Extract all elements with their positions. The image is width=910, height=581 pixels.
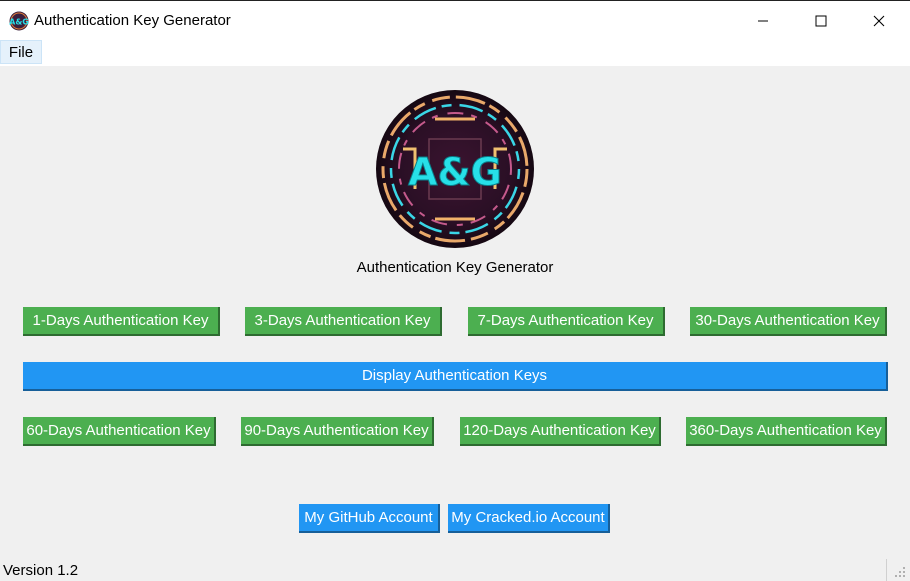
window-title: Authentication Key Generator bbox=[34, 12, 231, 29]
title-bar: A&G Authentication Key Generator bbox=[0, 0, 910, 40]
maximize-button[interactable] bbox=[792, 1, 850, 41]
resize-grip-icon[interactable] bbox=[894, 566, 906, 578]
version-label: Version 1.2 bbox=[3, 562, 79, 579]
minimize-button[interactable] bbox=[734, 1, 792, 41]
svg-text:A&G: A&G bbox=[9, 18, 29, 27]
logo-text: A&G bbox=[408, 150, 502, 194]
github-account-button[interactable]: My GitHub Account bbox=[299, 504, 440, 533]
key-30-days-button[interactable]: 30-Days Authentication Key bbox=[690, 307, 887, 336]
menu-bar: File bbox=[0, 40, 910, 66]
key-60-days-button[interactable]: 60-Days Authentication Key bbox=[23, 417, 216, 446]
key-120-days-button[interactable]: 120-Days Authentication Key bbox=[460, 417, 661, 446]
app-logo-icon: A&G bbox=[9, 11, 29, 31]
minimize-icon bbox=[758, 20, 768, 22]
key-1-days-button[interactable]: 1-Days Authentication Key bbox=[23, 307, 220, 336]
app-logo: A&G bbox=[376, 90, 534, 248]
display-keys-button[interactable]: Display Authentication Keys bbox=[23, 362, 888, 391]
maximize-icon bbox=[815, 15, 827, 27]
menu-file[interactable]: File bbox=[0, 40, 42, 64]
key-3-days-button[interactable]: 3-Days Authentication Key bbox=[245, 307, 442, 336]
key-7-days-button[interactable]: 7-Days Authentication Key bbox=[468, 307, 665, 336]
close-button[interactable] bbox=[850, 1, 908, 41]
key-360-days-button[interactable]: 360-Days Authentication Key bbox=[686, 417, 887, 446]
key-90-days-button[interactable]: 90-Days Authentication Key bbox=[241, 417, 434, 446]
cracked-account-button[interactable]: My Cracked.io Account bbox=[448, 504, 610, 533]
close-icon bbox=[873, 15, 885, 27]
status-divider bbox=[886, 559, 887, 581]
logo-caption: Authentication Key Generator bbox=[356, 259, 554, 276]
